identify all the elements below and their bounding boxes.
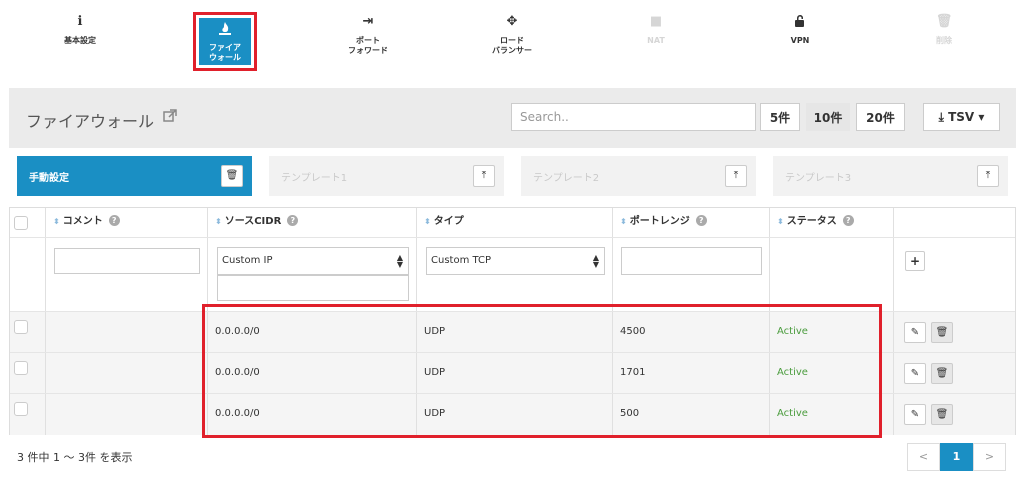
select-caret-icon: ▲ ▼ [592, 253, 599, 269]
tsv-label: TSV [948, 110, 975, 124]
nav-label: ポート [356, 36, 380, 45]
template-label: テンプレート2 [533, 173, 600, 184]
edit-icon[interactable]: ✎ [904, 404, 926, 425]
info-icon: ℹ [77, 14, 83, 29]
arrows-icon: ✥ [506, 14, 518, 29]
nav-label: 削除 [936, 36, 952, 45]
template-label: 手動設定 [29, 173, 69, 184]
cidr-input[interactable] [217, 275, 409, 301]
template-label: テンプレート3 [785, 173, 852, 184]
help-icon[interactable]: ? [108, 215, 120, 226]
nav-load-balancer[interactable]: ✥ ロード バランサー [467, 14, 557, 56]
pagination-prev[interactable]: < [907, 443, 940, 471]
pagination-page-1[interactable]: 1 [940, 443, 973, 471]
column-header-comment[interactable]: ⬍ コメント? [45, 208, 207, 237]
sort-icon: ⬍ [424, 217, 431, 226]
template-2[interactable]: テンプレート2 ⤒ [521, 156, 756, 196]
pagination-summary: 3 件中 1 〜 3件 を表示 [17, 451, 133, 464]
top-nav: ℹ 基本設定 ファイア ウォール ⇥ ポート フォワード ✥ ロード バランサー… [0, 0, 1024, 80]
help-icon[interactable]: ? [695, 215, 707, 226]
nat-icon: ■ [649, 14, 663, 29]
page-size-5[interactable]: 5件 [760, 103, 800, 131]
trash-icon: 🗑 [935, 14, 953, 29]
column-header-status[interactable]: ⬍ ステータス? [769, 208, 893, 237]
pagination-next[interactable]: > [973, 443, 1006, 471]
nav-label: ファイア [209, 43, 241, 52]
trash-icon[interactable]: 🗑 [931, 322, 953, 343]
row-checkbox[interactable] [14, 320, 28, 334]
nav-label: VPN [790, 36, 810, 45]
template-1[interactable]: テンプレート1 ⤒ [269, 156, 504, 196]
column-header-type[interactable]: ⬍ タイプ [416, 208, 612, 237]
trash-icon[interactable]: 🗑 [221, 165, 243, 187]
trash-icon[interactable]: 🗑 [931, 404, 953, 425]
port-range-input[interactable] [621, 247, 762, 275]
upload-icon[interactable]: ⤒ [977, 165, 999, 187]
download-icon: ⤓ [938, 110, 944, 124]
unlock-icon [755, 14, 845, 30]
comment-input[interactable] [54, 248, 200, 274]
sort-icon: ⬍ [53, 217, 60, 226]
add-rule-button[interactable]: + [905, 251, 925, 271]
nav-port-forward[interactable]: ⇥ ポート フォワード [323, 14, 413, 56]
help-icon[interactable]: ? [287, 215, 299, 226]
sort-icon: ⬍ [215, 217, 222, 226]
upload-icon[interactable]: ⤒ [473, 165, 495, 187]
cidr-select[interactable]: Custom IP ▲ ▼ [217, 247, 409, 275]
trash-icon[interactable]: 🗑 [931, 363, 953, 384]
template-manual[interactable]: 手動設定 🗑 [17, 156, 252, 196]
header-bar: ファイアウォール Search.. 5件 10件 20件 ⤓ TSV ▾ [9, 88, 1016, 148]
help-icon[interactable]: ? [842, 215, 854, 226]
sign-in-icon: ⇥ [362, 14, 374, 29]
highlight-box [202, 304, 882, 438]
firewall-icon [199, 22, 251, 38]
caret-down-icon: ▾ [978, 110, 985, 124]
search-input[interactable]: Search.. [511, 103, 756, 131]
table-header-row: ⬍ コメント? ⬍ ソースCIDR? ⬍ タイプ ⬍ ポートレンジ? ⬍ ステータス? [10, 208, 1015, 238]
type-select[interactable]: Custom TCP ▲ ▼ [426, 247, 605, 275]
select-all-checkbox[interactable] [14, 216, 28, 230]
nav-label: フォワード [348, 46, 388, 55]
upload-icon[interactable]: ⤒ [725, 165, 747, 187]
select-caret-icon: ▲ ▼ [396, 253, 403, 269]
sort-icon: ⬍ [777, 217, 784, 226]
column-header-port-range[interactable]: ⬍ ポートレンジ? [612, 208, 769, 237]
template-3[interactable]: テンプレート3 ⤒ [773, 156, 1008, 196]
edit-icon[interactable]: ✎ [904, 363, 926, 384]
page-title: ファイアウォール [26, 112, 155, 131]
page-size-20[interactable]: 20件 [856, 103, 905, 131]
table-add-row: Custom IP ▲ ▼ Custom TCP ▲ ▼ + [10, 238, 1015, 312]
row-checkbox[interactable] [14, 361, 28, 375]
nav-delete: 🗑 削除 [899, 14, 989, 46]
page-size-10[interactable]: 10件 [806, 103, 850, 131]
external-link-icon[interactable] [163, 109, 177, 123]
nav-label: ロード [500, 36, 524, 45]
edit-icon[interactable]: ✎ [904, 322, 926, 343]
sort-icon: ⬍ [620, 217, 627, 226]
row-checkbox[interactable] [14, 402, 28, 416]
column-header-source-cidr[interactable]: ⬍ ソースCIDR? [207, 208, 416, 237]
nav-label: ウォール [209, 53, 241, 62]
nav-nat: ■ NAT [611, 14, 701, 46]
nav-label: NAT [647, 36, 665, 45]
nav-label: 基本設定 [64, 36, 96, 45]
nav-firewall[interactable]: ファイア ウォール [193, 12, 257, 71]
template-label: テンプレート1 [281, 173, 348, 184]
nav-label: バランサー [492, 46, 532, 55]
nav-basic-settings[interactable]: ℹ 基本設定 [35, 14, 125, 46]
tsv-export-button[interactable]: ⤓ TSV ▾ [923, 103, 1000, 131]
nav-vpn[interactable]: VPN [755, 14, 845, 46]
